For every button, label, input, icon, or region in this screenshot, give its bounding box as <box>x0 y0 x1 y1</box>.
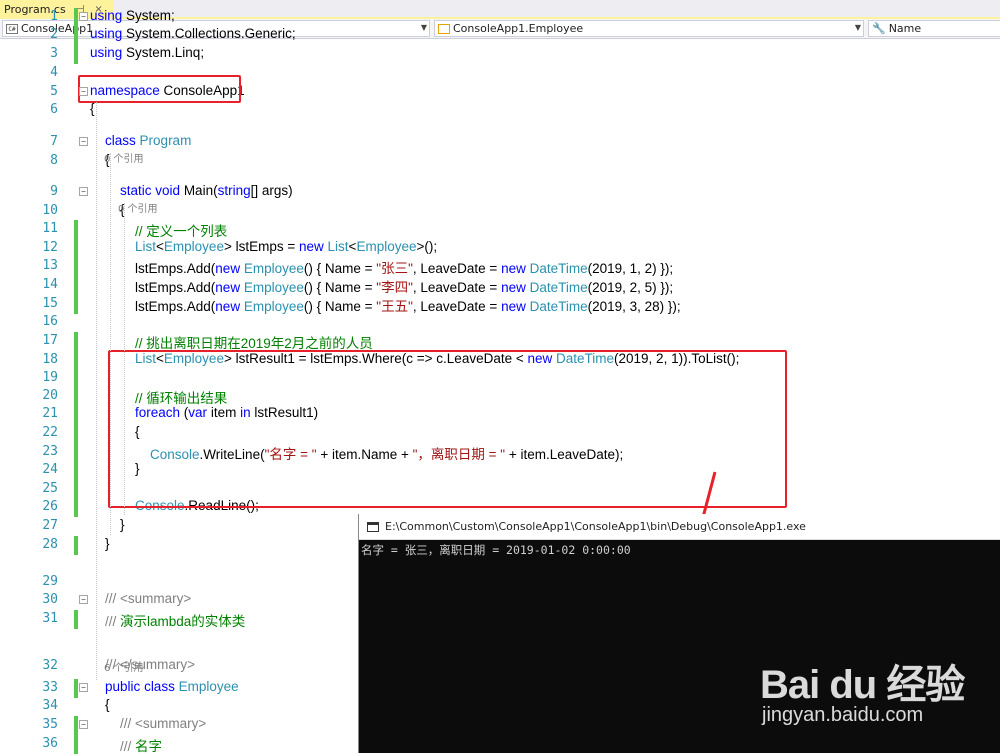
baidu-jingyan-watermark: Bai du 经验 jingyan.baidu.com <box>750 644 980 739</box>
class-icon <box>438 23 450 34</box>
console-title: E:\Common\Custom\ConsoleApp1\ConsoleApp1… <box>385 520 806 533</box>
console-title-bar[interactable]: E:\Common\Custom\ConsoleApp1\ConsoleApp1… <box>359 514 1000 540</box>
collapse-toggle-icon[interactable]: − <box>79 137 88 146</box>
watermark-logo: Bai du 经验 <box>760 663 965 707</box>
collapse-toggle-icon[interactable]: − <box>79 683 88 692</box>
change-indicator-bar <box>74 536 78 555</box>
line-number: 1 <box>50 9 58 24</box>
collapse-toggle-icon[interactable]: − <box>79 12 88 21</box>
change-indicator-bar <box>74 220 78 314</box>
change-indicator-bar <box>74 8 78 64</box>
code-token: using <box>90 8 123 23</box>
change-indicator-bar <box>74 679 78 698</box>
type-dropdown[interactable]: ConsoleApp1.Employee ▼ <box>434 20 864 37</box>
member-dropdown[interactable]: 🔧 Name <box>868 20 1000 37</box>
chevron-down-icon: ▼ <box>854 23 861 32</box>
change-indicator-bar <box>74 610 78 629</box>
console-app-icon <box>367 521 379 532</box>
code-token: System; <box>122 8 175 23</box>
indent-guide <box>124 203 125 515</box>
collapse-toggle-icon[interactable]: − <box>79 720 88 729</box>
collapse-toggle-icon[interactable]: − <box>79 87 88 96</box>
member-dropdown-value: Name <box>888 22 922 35</box>
collapse-toggle-icon[interactable]: − <box>79 595 88 604</box>
indent-guide <box>110 153 111 535</box>
indent-guide <box>96 102 97 680</box>
change-indicator-bar <box>74 716 78 754</box>
wrench-icon: 🔧 <box>872 22 886 35</box>
change-indicator-bar <box>74 332 78 517</box>
chevron-down-icon: ▼ <box>420 23 427 32</box>
code-line[interactable]: using System; <box>90 8 175 23</box>
console-output: 名字 = 张三，离职日期 = 2019-01-02 0:00:00 <box>361 543 631 557</box>
collapse-toggle-icon[interactable]: − <box>79 187 88 196</box>
watermark-url: jingyan.baidu.com <box>762 704 924 726</box>
console-window[interactable]: E:\Common\Custom\ConsoleApp1\ConsoleApp1… <box>358 514 1000 753</box>
type-dropdown-value: ConsoleApp1.Employee <box>453 22 584 35</box>
